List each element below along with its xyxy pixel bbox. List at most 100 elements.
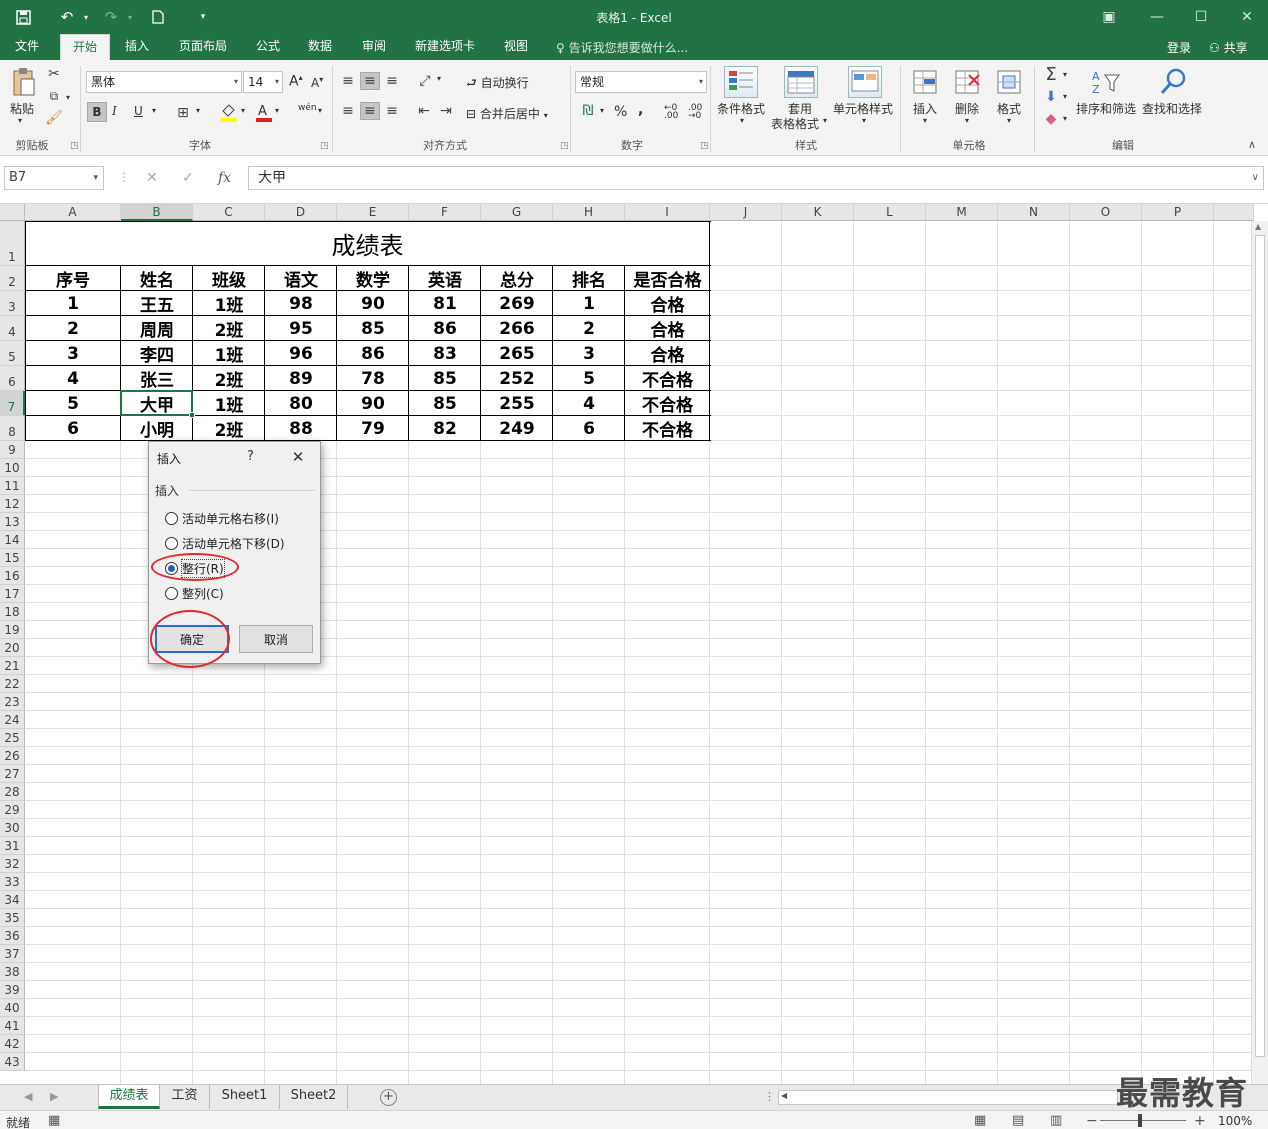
- row-header-9[interactable]: 9: [0, 441, 25, 459]
- row-header-39[interactable]: 39: [0, 981, 25, 999]
- table-cell[interactable]: 85: [409, 366, 481, 391]
- align-right-icon[interactable]: ≡: [382, 102, 402, 120]
- sheet-tab-sheet1[interactable]: Sheet1: [210, 1085, 280, 1109]
- radio-entire-column[interactable]: 整列(C): [165, 584, 224, 602]
- fill-color-icon[interactable]: [218, 102, 240, 122]
- grow-font-button[interactable]: A▴: [289, 73, 303, 90]
- borders-icon[interactable]: ⊞: [174, 104, 192, 122]
- formula-input[interactable]: 大甲 ∨: [248, 166, 1264, 190]
- radio-entire-row[interactable]: 整行(R): [165, 558, 225, 578]
- column-header-l[interactable]: L: [854, 204, 926, 221]
- select-all-corner[interactable]: [0, 204, 25, 221]
- row-header-5[interactable]: 5: [0, 341, 25, 366]
- maximize-icon[interactable]: ☐: [1186, 6, 1216, 28]
- clear-icon[interactable]: ◆: [1042, 110, 1060, 128]
- column-header-a[interactable]: A: [25, 204, 121, 221]
- row-header-41[interactable]: 41: [0, 1017, 25, 1035]
- table-cell[interactable]: 合格: [625, 291, 710, 316]
- autosum-dropdown-icon[interactable]: ▾: [1063, 70, 1067, 79]
- table-cell[interactable]: 小明: [121, 416, 193, 441]
- font-launcher-icon[interactable]: ◳: [320, 141, 329, 151]
- table-cell[interactable]: 89: [265, 366, 337, 391]
- row-header-10[interactable]: 10: [0, 459, 25, 477]
- radio-shift-right[interactable]: 活动单元格右移(I): [165, 509, 279, 527]
- table-cell[interactable]: 6: [25, 416, 121, 441]
- table-cell[interactable]: 95: [265, 316, 337, 341]
- column-header-n[interactable]: N: [998, 204, 1070, 221]
- row-header-38[interactable]: 38: [0, 963, 25, 981]
- table-cell[interactable]: 86: [337, 341, 409, 366]
- table-cell[interactable]: 265: [481, 341, 553, 366]
- column-header-i[interactable]: I: [625, 204, 710, 221]
- fill-color-dropdown-icon[interactable]: ▾: [241, 106, 245, 115]
- table-cell[interactable]: 合格: [625, 341, 710, 366]
- row-header-4[interactable]: 4: [0, 316, 25, 341]
- table-cell[interactable]: 90: [337, 291, 409, 316]
- table-header-cell[interactable]: 排名: [553, 266, 625, 291]
- sheet-tab-sheet2[interactable]: Sheet2: [280, 1085, 348, 1109]
- vertical-scrollbar[interactable]: ▲: [1251, 221, 1268, 1084]
- wrap-text-button[interactable]: ⮐ 自动换行: [466, 74, 529, 95]
- zoom-out-button[interactable]: −: [1086, 1113, 1098, 1129]
- fill-down-icon[interactable]: ⬇: [1042, 88, 1060, 106]
- table-cell[interactable]: 王五: [121, 291, 193, 316]
- column-header-f[interactable]: F: [409, 204, 481, 221]
- enter-entry-button[interactable]: ✓: [182, 170, 194, 186]
- increase-indent-icon[interactable]: ⇥: [436, 102, 456, 120]
- row-header-31[interactable]: 31: [0, 837, 25, 855]
- row-header-18[interactable]: 18: [0, 603, 25, 621]
- close-window-icon[interactable]: ✕: [1232, 6, 1262, 28]
- row-header-34[interactable]: 34: [0, 891, 25, 909]
- column-header-k[interactable]: K: [782, 204, 854, 221]
- table-cell[interactable]: 4: [25, 366, 121, 391]
- row-header-36[interactable]: 36: [0, 927, 25, 945]
- column-header-p[interactable]: P: [1142, 204, 1214, 221]
- table-cell[interactable]: 3: [25, 341, 121, 366]
- copy-dropdown-icon[interactable]: ▾: [64, 90, 72, 104]
- table-cell[interactable]: 83: [409, 341, 481, 366]
- share-button[interactable]: ⚇ 共享: [1209, 39, 1248, 56]
- radio-shift-down[interactable]: 活动单元格下移(D): [165, 534, 285, 552]
- minimize-icon[interactable]: —: [1142, 6, 1172, 28]
- row-header-14[interactable]: 14: [0, 531, 25, 549]
- tab-page-layout[interactable]: 页面布局: [170, 34, 236, 60]
- align-bottom-icon[interactable]: ≡: [382, 72, 402, 90]
- copy-icon[interactable]: ⧉: [46, 88, 62, 104]
- table-cell[interactable]: 96: [265, 341, 337, 366]
- table-cell[interactable]: 85: [409, 391, 481, 416]
- format-painter-icon[interactable]: 🖌: [45, 110, 63, 126]
- table-cell[interactable]: 79: [337, 416, 409, 441]
- table-cell[interactable]: 88: [265, 416, 337, 441]
- ribbon-display-icon[interactable]: ▣: [1094, 6, 1124, 28]
- font-name-select[interactable]: 黑体 ▾: [86, 71, 242, 93]
- table-header-cell[interactable]: 总分: [481, 266, 553, 291]
- tab-new-tab[interactable]: 新建选项卡: [406, 34, 484, 60]
- column-header-d[interactable]: D: [265, 204, 337, 221]
- row-header-24[interactable]: 24: [0, 711, 25, 729]
- row-header-12[interactable]: 12: [0, 495, 25, 513]
- table-cell[interactable]: 1班: [193, 341, 265, 366]
- zoom-slider-thumb[interactable]: [1138, 1114, 1142, 1127]
- orientation-dropdown-icon[interactable]: ▾: [437, 74, 441, 83]
- table-cell[interactable]: 1: [25, 291, 121, 316]
- sheet-tab-salary[interactable]: 工资: [160, 1085, 210, 1109]
- table-cell[interactable]: 266: [481, 316, 553, 341]
- align-middle-icon[interactable]: ≡: [360, 72, 380, 90]
- column-header-c[interactable]: C: [193, 204, 265, 221]
- column-header-e[interactable]: E: [337, 204, 409, 221]
- table-cell[interactable]: 不合格: [625, 416, 710, 441]
- align-left-icon[interactable]: ≡: [338, 102, 358, 120]
- table-cell[interactable]: 4: [553, 391, 625, 416]
- table-cell[interactable]: 269: [481, 291, 553, 316]
- table-header-cell[interactable]: 序号: [25, 266, 121, 291]
- orientation-icon[interactable]: ⤢: [414, 72, 436, 90]
- row-header-22[interactable]: 22: [0, 675, 25, 693]
- column-header-b[interactable]: B: [121, 204, 193, 221]
- cancel-button[interactable]: 取消: [239, 625, 313, 653]
- table-header-cell[interactable]: 英语: [409, 266, 481, 291]
- row-header-19[interactable]: 19: [0, 621, 25, 639]
- tab-view[interactable]: 视图: [494, 34, 538, 60]
- column-header-h[interactable]: H: [553, 204, 625, 221]
- decrease-indent-icon[interactable]: ⇤: [414, 102, 434, 120]
- decrease-decimal-icon[interactable]: .00 →0: [688, 104, 702, 121]
